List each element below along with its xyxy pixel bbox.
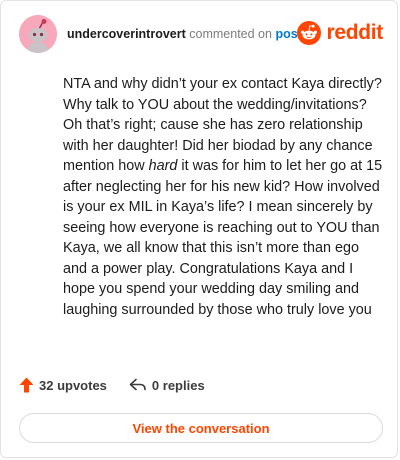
comment-body: NTA and why didn’t your ex contact Kaya … (63, 74, 385, 320)
upvote-stat[interactable]: 32 upvotes (19, 377, 107, 393)
reddit-snoo-logo-icon (297, 21, 322, 45)
reddit-wordmark: reddit (326, 21, 383, 44)
reply-stat[interactable]: 0 replies (129, 378, 205, 393)
username-link[interactable]: undercoverintrovert (67, 27, 186, 41)
comment-stats: 32 upvotes 0 replies (19, 377, 205, 393)
view-conversation-button[interactable]: View the conversation (19, 413, 383, 443)
comment-card: undercoverintrovert commented on post re… (0, 0, 398, 458)
avatar[interactable] (19, 15, 57, 53)
comment-body-text-end: it was for him to let her go at 15 after… (63, 158, 383, 318)
comment-body-emphasis: hard (148, 158, 178, 174)
upvote-count: 32 upvotes (39, 377, 107, 393)
upvote-arrow-icon (19, 377, 34, 393)
snoo-avatar-icon (19, 15, 57, 53)
reddit-logo[interactable]: reddit (297, 21, 383, 45)
reply-arrow-icon (129, 378, 146, 391)
reply-count: 0 replies (151, 377, 205, 393)
comment-meta: undercoverintrovert commented on post (67, 27, 302, 41)
comment-header: undercoverintrovert commented on post re… (19, 15, 383, 55)
commented-on-label: commented on (189, 27, 272, 41)
